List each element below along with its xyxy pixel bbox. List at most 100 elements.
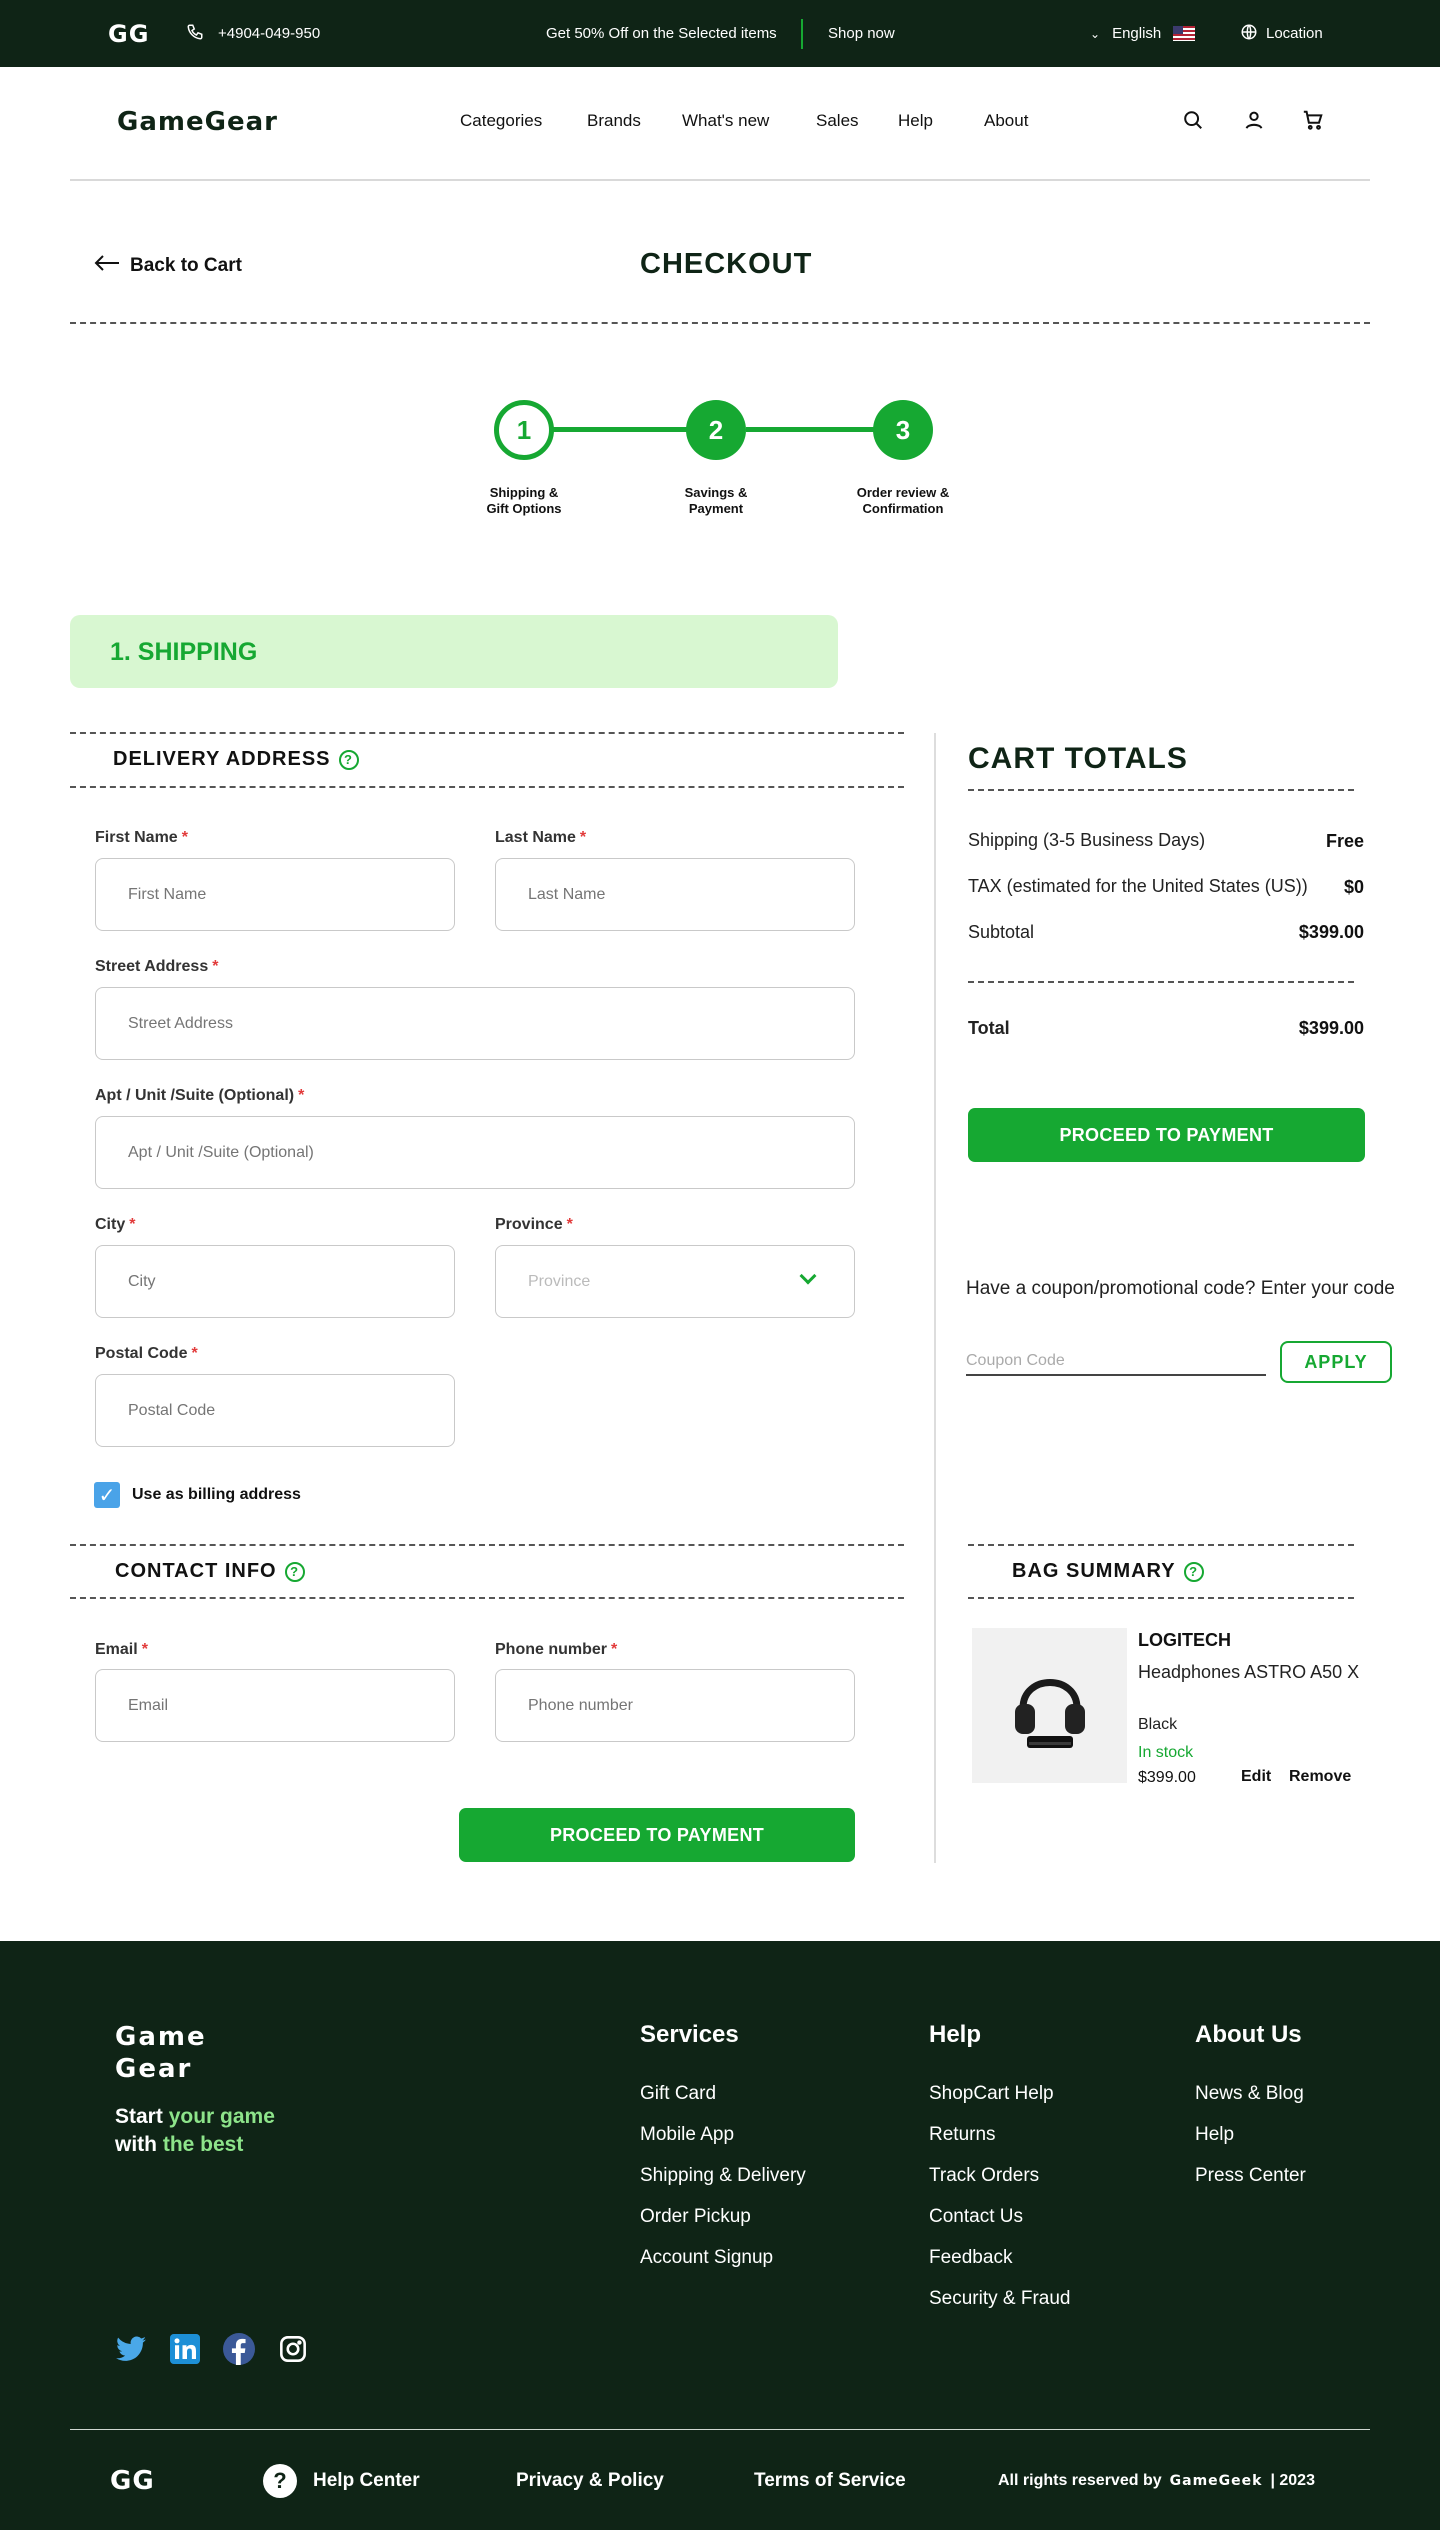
postal-code-input[interactable]: [95, 1374, 455, 1447]
phone-number: +4904-049-950: [218, 25, 321, 42]
product-image[interactable]: [972, 1628, 1127, 1783]
globe-icon: [1240, 23, 1258, 45]
nav-about[interactable]: About: [984, 111, 1028, 131]
subtotal-divider: [968, 981, 1354, 983]
rights-brand: GameGeek: [1169, 2473, 1263, 2489]
footer-link[interactable]: Shipping & Delivery: [640, 2155, 806, 2196]
step-1-circle[interactable]: 1: [494, 400, 554, 460]
back-to-cart-link[interactable]: Back to Cart: [94, 254, 242, 278]
coupon-code-input[interactable]: Coupon Code: [966, 1352, 1266, 1376]
phone-contact[interactable]: +4904-049-950: [186, 0, 320, 67]
bag-summary-heading: BAG SUMMARY ?: [1012, 1560, 1204, 1583]
help-center-link[interactable]: ? Help Center: [263, 2464, 420, 2498]
street-address-input[interactable]: [95, 987, 855, 1060]
step-3-circle[interactable]: 3: [873, 400, 933, 460]
footer-logo[interactable]: Game Gear: [115, 2021, 207, 2085]
twitter-icon[interactable]: [115, 2333, 147, 2365]
billing-checkbox-label[interactable]: Use as billing address: [132, 1486, 301, 1504]
contact-divider-bottom: [70, 1597, 904, 1599]
apply-coupon-button[interactable]: APPLY: [1280, 1341, 1392, 1383]
footer-link[interactable]: Security & Fraud: [929, 2278, 1071, 2319]
help-icon[interactable]: ?: [338, 749, 359, 770]
question-circle-icon: ?: [263, 2464, 297, 2498]
phone-input[interactable]: [495, 1669, 855, 1742]
footer-link[interactable]: News & Blog: [1195, 2073, 1306, 2114]
footer-about-title: About Us: [1195, 2021, 1302, 2048]
footer-link[interactable]: Contact Us: [929, 2196, 1071, 2237]
bag-divider-bottom: [968, 1597, 1354, 1599]
rights-text: All rights reserved by: [998, 2472, 1162, 2489]
facebook-icon[interactable]: [223, 2333, 255, 2365]
footer-link[interactable]: Mobile App: [640, 2114, 806, 2155]
nav-categories[interactable]: Categories: [460, 111, 542, 131]
footer-services-title: Services: [640, 2021, 739, 2048]
cart-proceed-to-payment-button[interactable]: PROCEED TO PAYMENT: [968, 1108, 1365, 1162]
location-label: Location: [1266, 25, 1323, 42]
linkedin-icon[interactable]: [169, 2333, 201, 2365]
footer-about-list: News & Blog Help Press Center: [1195, 2073, 1306, 2196]
location-selector[interactable]: Location: [1240, 0, 1323, 67]
province-select[interactable]: Province: [495, 1245, 855, 1318]
tax-label: TAX (estimated for the United States (US…: [968, 876, 1308, 896]
help-icon[interactable]: ?: [284, 1561, 305, 1582]
proceed-to-payment-button[interactable]: PROCEED TO PAYMENT: [459, 1808, 855, 1862]
page-title: CHECKOUT: [640, 248, 813, 280]
help-icon[interactable]: ?: [1183, 1561, 1204, 1582]
nav-sales[interactable]: Sales: [816, 111, 859, 131]
nav-whats-new[interactable]: What's new: [682, 111, 769, 131]
footer-link[interactable]: Help: [1195, 2114, 1306, 2155]
brand-logo[interactable]: GameGear: [117, 107, 278, 137]
footer-services-list: Gift Card Mobile App Shipping & Delivery…: [640, 2073, 806, 2278]
shop-now-link[interactable]: Shop now: [828, 0, 895, 67]
footer-link[interactable]: Account Signup: [640, 2237, 806, 2278]
edit-product-link[interactable]: Edit: [1241, 1768, 1271, 1786]
privacy-policy-link[interactable]: Privacy & Policy: [516, 2470, 664, 2492]
apt-input[interactable]: [95, 1116, 855, 1189]
headphones-icon: [1014, 1678, 1085, 1748]
footer-help-list: ShopCart Help Returns Track Orders Conta…: [929, 2073, 1071, 2319]
chevron-down-icon: [799, 1267, 817, 1285]
top-bar: GG +4904-049-950 Get 50% Off on the Sele…: [0, 0, 1440, 67]
nav-help[interactable]: Help: [898, 111, 933, 131]
province-label: Province *: [495, 1216, 573, 1233]
step-2-label: Savings & Payment: [684, 485, 748, 516]
header-divider: [70, 179, 1370, 181]
email-input[interactable]: [95, 1669, 455, 1742]
footer-bottom-logo[interactable]: GG: [110, 2466, 155, 2496]
arrow-left-icon: [94, 254, 120, 278]
footer-link[interactable]: Returns: [929, 2114, 1071, 2155]
product-price: $399.00: [1138, 1769, 1196, 1786]
nav-brands[interactable]: Brands: [587, 111, 641, 131]
product-name[interactable]: Headphones ASTRO A50 X: [1138, 1662, 1359, 1683]
city-input[interactable]: [95, 1245, 455, 1318]
terms-of-service-link[interactable]: Terms of Service: [754, 2470, 906, 2492]
remove-product-link[interactable]: Remove: [1289, 1768, 1351, 1786]
footer-help-title: Help: [929, 2021, 982, 2048]
apt-label: Apt / Unit /Suite (Optional) *: [95, 1087, 305, 1104]
contact-divider-top: [70, 1544, 904, 1546]
footer-link[interactable]: Feedback: [929, 2237, 1071, 2278]
total-value: $399.00: [1298, 1018, 1364, 1038]
search-icon[interactable]: [1182, 109, 1206, 133]
step-connector-2: [746, 427, 879, 432]
us-flag-icon: [1173, 26, 1196, 41]
shipping-section-banner: 1. SHIPPING: [70, 615, 838, 688]
postal-code-label: Postal Code *: [95, 1345, 198, 1362]
step-2-circle[interactable]: 2: [686, 400, 746, 460]
user-icon[interactable]: [1243, 109, 1267, 133]
billing-checkbox[interactable]: ✓: [94, 1482, 120, 1508]
bag-divider-top: [968, 1544, 1354, 1546]
footer-link[interactable]: Press Center: [1195, 2155, 1306, 2196]
cart-icon[interactable]: [1302, 109, 1326, 133]
contact-info-title: CONTACT INFO: [115, 1560, 277, 1582]
footer-link[interactable]: Track Orders: [929, 2155, 1071, 2196]
footer-link[interactable]: Gift Card: [640, 2073, 806, 2114]
footer-link[interactable]: ShopCart Help: [929, 2073, 1071, 2114]
last-name-input[interactable]: [495, 858, 855, 931]
instagram-icon[interactable]: [277, 2333, 309, 2365]
phone-icon: [186, 23, 204, 45]
footer-link[interactable]: Order Pickup: [640, 2196, 806, 2237]
language-selector[interactable]: ⌄ English: [1090, 0, 1196, 67]
top-logo[interactable]: GG: [108, 0, 149, 67]
first-name-input[interactable]: [95, 858, 455, 931]
